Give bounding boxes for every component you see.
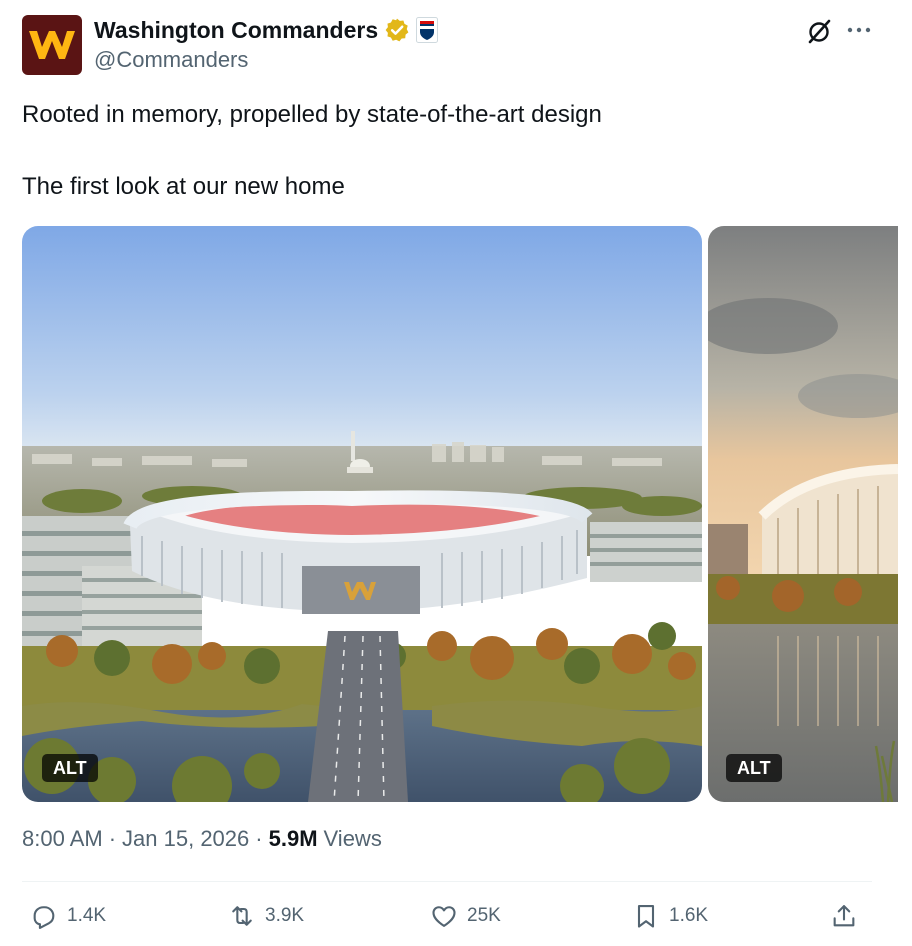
bookmark-icon [637, 905, 655, 928]
alt-text-button-1[interactable]: ALT [42, 754, 98, 782]
share-button[interactable] [830, 896, 858, 936]
repost-count: 3.9K [265, 905, 305, 926]
repost-button[interactable]: 3.9K [228, 896, 304, 936]
stadium-render-image: W [22, 226, 702, 802]
account-name[interactable]: Washington Commanders [94, 17, 378, 44]
nfl-shield-icon[interactable] [416, 17, 439, 43]
like-count: 25K [467, 905, 501, 926]
account-handle[interactable]: @Commanders [94, 47, 248, 73]
post-text-line-2: The first look at our new home [22, 173, 345, 200]
stadium-logo-text: W [361, 597, 362, 599]
verified-badge-icon[interactable] [384, 17, 410, 43]
account-name-row: Washington Commanders [94, 14, 439, 46]
grok-icon[interactable] [804, 17, 834, 47]
meta-separator: · [108, 826, 117, 851]
meta-separator: · [255, 826, 263, 851]
views-label[interactable]: Views [324, 826, 382, 852]
action-bar: 1.4K 3.9K 25K 1.6K [22, 896, 872, 936]
avatar[interactable] [22, 15, 82, 75]
alt-text-button-2[interactable]: ALT [726, 754, 782, 782]
media-image-1[interactable]: W ALT [22, 226, 702, 802]
views-count[interactable]: 5.9M [269, 826, 318, 852]
reply-icon [33, 906, 55, 929]
reply-button[interactable]: 1.4K [30, 896, 106, 936]
share-icon [833, 905, 855, 927]
heart-icon [432, 906, 456, 927]
bookmark-count: 1.6K [669, 905, 709, 926]
repost-icon [232, 906, 252, 926]
stadium-evening-render-image [708, 226, 898, 802]
bookmark-button[interactable]: 1.6K [632, 896, 708, 936]
media-image-2[interactable]: ALT [708, 226, 898, 802]
more-options-icon[interactable] [846, 19, 872, 41]
like-button[interactable]: 25K [430, 896, 501, 936]
reply-count: 1.4K [67, 905, 107, 926]
divider [22, 881, 872, 882]
post-text-line-1: Rooted in memory, propelled by state-of-… [22, 101, 602, 128]
post-time[interactable]: 8:00 AM [22, 826, 103, 852]
post-date[interactable]: Jan 15, 2026 [122, 826, 249, 852]
commanders-logo-icon [29, 31, 75, 59]
post-meta: 8:00 AM · Jan 15, 2026 · 5.9M Views [22, 826, 382, 852]
